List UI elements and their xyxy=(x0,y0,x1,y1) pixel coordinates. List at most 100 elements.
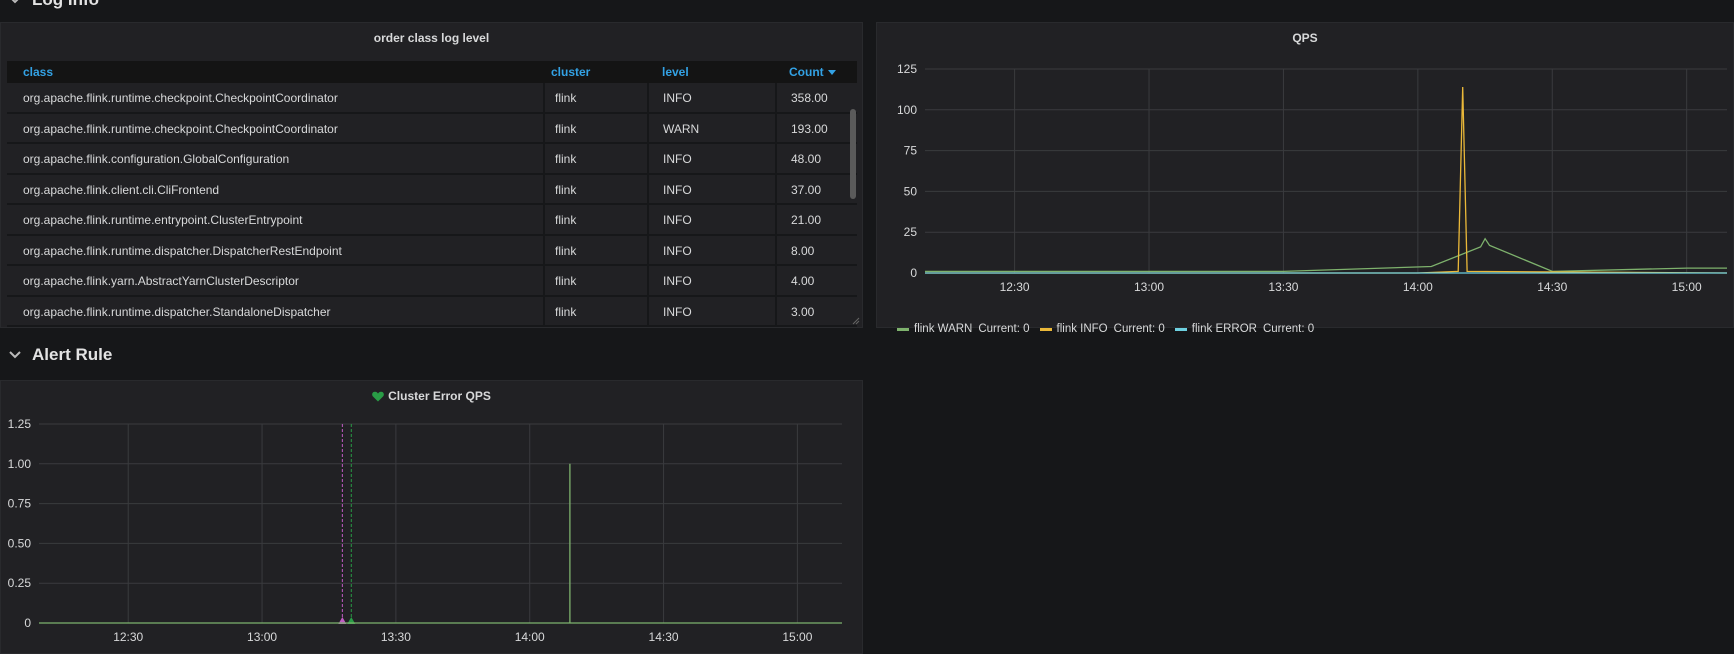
cell-count: 3.00 xyxy=(775,296,814,325)
row-title: Alert Rule xyxy=(32,345,113,364)
cell-class: org.apache.flink.configuration.GlobalCon… xyxy=(23,152,290,166)
column-header-level[interactable]: level xyxy=(662,65,689,79)
cell-count: 358.00 xyxy=(775,83,828,112)
column-header-count[interactable]: Count xyxy=(789,65,836,79)
y-tick-label: 100 xyxy=(897,103,917,117)
chevron-down-icon xyxy=(9,351,21,359)
row-header-alert-rule[interactable]: Alert Rule xyxy=(0,340,112,370)
cell-cluster: flink xyxy=(543,266,576,295)
legend-item-warn[interactable]: flink WARN Current: 0 xyxy=(897,323,1030,335)
x-tick-label: 13:00 xyxy=(247,630,277,644)
cell-level: INFO xyxy=(647,144,692,173)
cell-class: org.apache.flink.runtime.checkpoint.Chec… xyxy=(23,91,338,105)
cell-cluster: flink xyxy=(543,296,576,325)
chevron-down-icon xyxy=(11,0,19,4)
series-line-flink-warn xyxy=(925,237,1727,273)
y-tick-label: 0.50 xyxy=(8,536,32,550)
cell-cluster: flink xyxy=(543,235,576,264)
table-row[interactable]: org.apache.flink.runtime.checkpoint.Chec… xyxy=(7,113,857,144)
x-tick-label: 14:30 xyxy=(649,630,679,644)
row-header-log-info[interactable]: Log Info xyxy=(0,0,99,12)
column-header-cluster[interactable]: cluster xyxy=(551,65,590,79)
y-tick-label: 25 xyxy=(904,225,918,239)
cell-count: 21.00 xyxy=(775,205,821,234)
table-row[interactable]: org.apache.flink.configuration.GlobalCon… xyxy=(7,144,857,175)
table-row[interactable]: org.apache.flink.yarn.AbstractYarnCluste… xyxy=(7,266,857,297)
row-title: Log Info xyxy=(32,0,99,10)
cell-level: INFO xyxy=(647,174,692,203)
legend-current-label: Current: xyxy=(1113,323,1156,335)
y-tick-label: 0 xyxy=(24,616,31,630)
qps-panel: QPS 0 25 50 75 100 125 12:30 13:00 13:30 14:00 14:… xyxy=(876,22,1734,335)
table-header: class cluster level Count xyxy=(7,61,857,83)
cell-count: 48.00 xyxy=(775,144,821,173)
resize-handle-icon[interactable] xyxy=(852,317,860,325)
log-level-table: class cluster level Count org.apache.fli… xyxy=(7,61,857,343)
legend-item-error[interactable]: flink ERROR Current: 0 xyxy=(1174,323,1315,335)
cell-cluster: flink xyxy=(543,113,576,142)
cell-count: 37.00 xyxy=(775,174,821,203)
legend-swatch xyxy=(1174,327,1187,331)
panel-title[interactable]: order class log level xyxy=(1,31,862,45)
cell-count: 8.00 xyxy=(775,235,814,264)
x-tick-label: 13:00 xyxy=(1134,280,1164,294)
cluster-error-qps-panel: Cluster Error QPS 0 0.25 0.50 0.75 1.00 1.25 1… xyxy=(0,380,863,654)
x-tick-label: 14:00 xyxy=(1403,280,1433,294)
cluster-error-chart[interactable]: 0 0.25 0.50 0.75 1.00 1.25 12:30 13:00 13:30 14:0… xyxy=(1,381,862,653)
table-row[interactable]: org.apache.flink.runtime.checkpoint.Chec… xyxy=(7,83,857,114)
table-body: org.apache.flink.runtime.checkpoint.Chec… xyxy=(7,83,857,343)
column-header-label: Count xyxy=(789,65,824,79)
x-tick-label: 12:30 xyxy=(113,630,143,644)
table-panel: order class log level class cluster leve… xyxy=(0,22,863,328)
table-row[interactable]: org.apache.flink.client.cli.CliFrontend f… xyxy=(7,174,857,205)
table-scrollbar[interactable] xyxy=(850,109,856,199)
qps-chart[interactable]: 0 25 50 75 100 125 12:30 13:00 13:30 14:00 14:30 15… xyxy=(877,23,1733,313)
x-tick-label: 13:30 xyxy=(1268,280,1298,294)
column-header-class[interactable]: class xyxy=(23,65,53,79)
cell-class: org.apache.flink.runtime.checkpoint.Chec… xyxy=(23,121,338,136)
y-tick-label: 125 xyxy=(897,62,917,76)
cell-level: INFO xyxy=(647,205,692,234)
table-row[interactable]: org.apache.flink.runtime.dispatcher.Disp… xyxy=(7,235,857,266)
legend-current-value: 0 xyxy=(1307,323,1315,335)
chart-legend: flink WARN Current: 0 flink INFO Current: … xyxy=(897,323,1314,335)
y-tick-label: 0.25 xyxy=(8,576,32,590)
cell-cluster: flink xyxy=(543,174,576,203)
table-row[interactable]: org.apache.flink.runtime.dispatcher.Stan… xyxy=(7,296,857,327)
legend-label: flink INFO xyxy=(1056,323,1108,335)
cell-cluster: flink xyxy=(543,205,576,234)
y-tick-label: 1.25 xyxy=(8,417,32,431)
x-tick-label: 14:30 xyxy=(1537,280,1567,294)
x-tick-label: 15:00 xyxy=(782,630,812,644)
sort-desc-icon xyxy=(827,70,836,75)
cell-class: org.apache.flink.client.cli.CliFrontend xyxy=(23,182,220,197)
legend-current-label: Current: xyxy=(978,323,1020,335)
series-line-flink-info xyxy=(925,86,1728,274)
legend-current-label: Current: xyxy=(1262,323,1305,335)
legend-current-value: 0 xyxy=(1023,323,1030,335)
x-tick-label: 12:30 xyxy=(1000,280,1030,294)
cell-level: INFO xyxy=(647,235,692,264)
legend-item-info[interactable]: flink INFO Current: 0 xyxy=(1039,323,1165,335)
cell-class: org.apache.flink.runtime.entrypoint.Clus… xyxy=(23,213,303,227)
cell-level: WARN xyxy=(647,113,699,142)
cell-class: org.apache.flink.runtime.dispatcher.Stan… xyxy=(23,304,331,319)
cell-class: org.apache.flink.runtime.dispatcher.Disp… xyxy=(23,243,342,258)
y-tick-label: 0.75 xyxy=(8,497,32,511)
y-tick-label: 1.00 xyxy=(8,457,32,471)
x-tick-label: 13:30 xyxy=(381,630,411,644)
table-row[interactable]: org.apache.flink.runtime.entrypoint.Clus… xyxy=(7,205,857,236)
legend-label: flink WARN xyxy=(914,323,973,335)
cell-level: INFO xyxy=(647,266,692,295)
x-tick-label: 14:00 xyxy=(515,630,545,644)
cell-count: 4.00 xyxy=(775,266,814,295)
legend-swatch xyxy=(1039,327,1052,331)
cell-count: 193.00 xyxy=(775,113,828,142)
cell-class: org.apache.flink.yarn.AbstractYarnCluste… xyxy=(23,274,299,288)
x-tick-label: 15:00 xyxy=(1672,280,1702,294)
legend-swatch xyxy=(897,327,909,331)
cell-cluster: flink xyxy=(543,144,576,173)
legend-current-value: 0 xyxy=(1158,323,1165,335)
cell-level: INFO xyxy=(647,83,692,112)
cell-cluster: flink xyxy=(543,83,576,112)
